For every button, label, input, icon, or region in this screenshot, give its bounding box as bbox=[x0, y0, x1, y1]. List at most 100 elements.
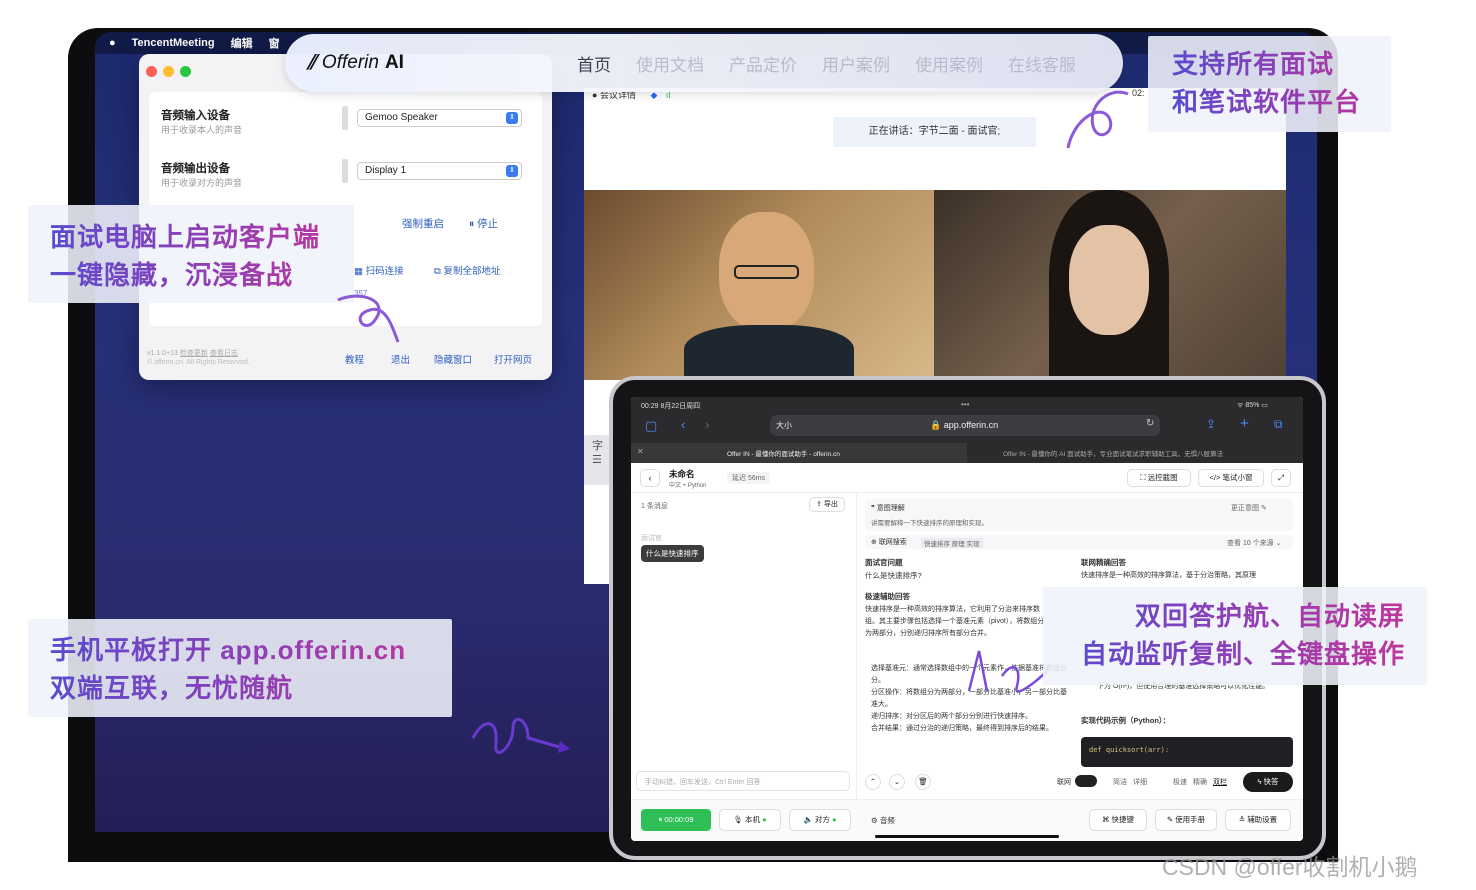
input-device-sub: 用于收录本人的声音 bbox=[161, 125, 243, 135]
mic-icon: 🎙 bbox=[733, 815, 745, 824]
squiggle-arrow-icon bbox=[337, 294, 400, 343]
session-subtitle: 中文 + Python bbox=[669, 483, 707, 489]
assist-settings-button[interactable]: ≚ 辅助设置 bbox=[1225, 809, 1291, 831]
copy-all-button[interactable]: ⧉ 复制全部地址 bbox=[434, 263, 500, 277]
written-window-button[interactable]: </> 笔试小窗 bbox=[1198, 469, 1264, 487]
nav-user-cases[interactable]: 用户案例 bbox=[822, 51, 890, 76]
nav-home[interactable]: 首页 bbox=[577, 51, 611, 76]
scroll-down-button[interactable]: ⌄ bbox=[889, 774, 905, 790]
app-header: ‹ 未命名 中文 + Python 延迟 56ms ⛶ 远控截图 </> 笔试小… bbox=[631, 463, 1303, 493]
mode-precise[interactable]: 精确 bbox=[1193, 777, 1207, 787]
reload-icon[interactable]: ↻ bbox=[1146, 418, 1154, 429]
list-item: 合并结果：通过分治的递归策略，最终得到排序后的结果。 bbox=[871, 725, 1053, 732]
zoom-window-button[interactable] bbox=[180, 66, 191, 77]
share-icon[interactable]: ⇪ bbox=[1206, 417, 1216, 431]
code-block: def quicksort(arr): bbox=[1081, 737, 1293, 767]
multitask-dots[interactable]: ••• bbox=[961, 400, 969, 409]
hide-window-button[interactable]: 隐藏窗口 bbox=[434, 352, 472, 366]
nav-support[interactable]: 在线客服 bbox=[1008, 51, 1076, 76]
expand-button[interactable]: ⤢ bbox=[1271, 469, 1291, 487]
sliders-icon: ≚ bbox=[1238, 815, 1248, 824]
speaking-indicator: 正在讲话：字节二面 - 面试官; bbox=[833, 117, 1036, 147]
bottom-bar: ⏸ 00:00:09 🎙 本机 ● 🔈 对方 ● ⚙ 音频 ⌘ 快捷键 ✎ 使用… bbox=[631, 799, 1303, 841]
globe-icon: ⊕ bbox=[871, 539, 879, 546]
menubar-app-name[interactable]: TencentMeeting bbox=[132, 37, 215, 49]
stop-button[interactable]: ⏸ 停止 bbox=[469, 216, 498, 231]
network-toggle[interactable] bbox=[1075, 775, 1097, 787]
output-device-select[interactable]: Display 1 ⇕ bbox=[357, 162, 522, 180]
input-device-select[interactable]: Gemoo Speaker ⇕ bbox=[357, 109, 522, 127]
overlay-text: 手机平板打开 app.offerin.cn bbox=[50, 631, 452, 669]
apple-icon[interactable]: ● bbox=[109, 37, 116, 49]
new-tab-icon[interactable]: + bbox=[1240, 415, 1249, 432]
mode-fast[interactable]: 极速 bbox=[1173, 777, 1187, 787]
close-tab-icon[interactable]: ✕ bbox=[637, 447, 644, 456]
intent-edit-button[interactable]: 更正意图 ✎ bbox=[1231, 503, 1267, 513]
pen-icon: ✎ bbox=[1166, 815, 1176, 824]
audio-settings[interactable]: ⚙ 音频 bbox=[871, 815, 895, 826]
brand-name: Offerin bbox=[321, 52, 379, 73]
video-tile-interviewer bbox=[584, 190, 934, 385]
screenshot-button[interactable]: ⛶ 远控截图 bbox=[1127, 469, 1191, 487]
session-title: 未命名 bbox=[669, 469, 695, 479]
nav-docs[interactable]: 使用文档 bbox=[636, 51, 704, 76]
overlay-text: 支持所有面试 bbox=[1172, 45, 1391, 83]
url-bar[interactable]: 大小 🔒 app.offerin.cn ↻ bbox=[770, 415, 1160, 436]
quick-answer-button[interactable]: ϟ 快答 bbox=[1243, 772, 1293, 792]
gear-icon: ⚙ bbox=[871, 816, 880, 825]
force-restart-button[interactable]: 强制重启 bbox=[402, 216, 444, 231]
sidebar-icon[interactable]: ▢ bbox=[645, 418, 657, 434]
screenshot-icon: ⛶ bbox=[1140, 473, 1148, 482]
brand-logo[interactable]: ⫽ Offerin AI bbox=[307, 52, 577, 75]
overlay-right-bottom: 双回答护航、自动读屏 自动监听复制、全键盘操作 bbox=[1043, 587, 1427, 685]
input-device-label: 音频输入设备 bbox=[161, 110, 230, 122]
nav-pricing[interactable]: 产品定价 bbox=[729, 51, 797, 76]
url-text: 🔒 app.offerin.cn bbox=[930, 420, 999, 430]
web-search-row: ⊕ 联网搜索 快速排序 原理 实现 查看 10 个来源 ⌄ bbox=[865, 535, 1293, 549]
message-bubble[interactable]: 什么是快速排序 bbox=[641, 545, 704, 562]
text-size-button[interactable]: 大小 bbox=[776, 420, 792, 431]
nav-use-cases[interactable]: 使用案例 bbox=[915, 51, 983, 76]
menubar-window[interactable]: 窗 bbox=[269, 35, 280, 51]
tab-inactive[interactable]: Offer IN - 最懂你的 AI 面试助手，专业面试笔试求职辅助工具，无惧八… bbox=[967, 443, 1303, 463]
logo-icon: ⫽ bbox=[307, 51, 316, 74]
command-icon: ⌘ bbox=[1101, 815, 1112, 824]
open-web-button[interactable]: 打开网页 bbox=[494, 352, 532, 366]
intent-text: 讲需要解释一下快速排序的原理和实现。 bbox=[871, 520, 988, 527]
tabs-icon[interactable]: ⧉ bbox=[1274, 417, 1283, 432]
quit-button[interactable]: 退出 bbox=[391, 352, 410, 366]
scroll-up-button[interactable]: ⌃ bbox=[865, 774, 881, 790]
mode-concise[interactable]: 简洁 bbox=[1113, 777, 1127, 787]
view-sources-button[interactable]: 查看 10 个来源 ⌄ bbox=[1227, 538, 1282, 548]
tutorial-button[interactable]: 教程 bbox=[345, 352, 364, 366]
tab-active[interactable]: Offer IN - 最懂你的面试助手 - offerin.cn bbox=[631, 443, 967, 463]
role-label: 面试官 bbox=[641, 535, 662, 542]
menubar-edit[interactable]: 编辑 bbox=[231, 35, 253, 51]
scan-connect-button[interactable]: ▦ 扫码连接 bbox=[354, 263, 404, 277]
forward-icon[interactable]: › bbox=[705, 417, 709, 432]
shortcuts-button[interactable]: ⌘ 快捷键 bbox=[1089, 809, 1147, 831]
speaker-icon: 🔈 bbox=[803, 815, 815, 824]
manual-button[interactable]: ✎ 使用手册 bbox=[1155, 809, 1217, 831]
back-icon[interactable]: ‹ bbox=[681, 417, 685, 432]
export-button[interactable]: ⇪ 导出 bbox=[809, 497, 845, 512]
local-audio-button[interactable]: 🎙 本机 ● bbox=[719, 809, 781, 831]
brand-suffix: AI bbox=[384, 52, 404, 73]
battery-status: ᯤ 85% ▭ bbox=[1237, 402, 1268, 409]
close-window-button[interactable] bbox=[146, 66, 157, 77]
overlay-text: 和笔试软件平台 bbox=[1172, 83, 1391, 121]
squiggle-arrow-icon bbox=[1066, 90, 1129, 149]
delete-icon[interactable]: 🗑 bbox=[915, 774, 931, 790]
back-button[interactable]: ‹ bbox=[640, 469, 660, 487]
mode-detailed[interactable]: 详细 bbox=[1133, 777, 1147, 787]
timer-button[interactable]: ⏸ 00:00:09 bbox=[641, 809, 711, 831]
minimize-window-button[interactable] bbox=[163, 66, 174, 77]
side-panel-fragment: 字 ☰ bbox=[584, 435, 610, 485]
manual-input[interactable]: 手动纠错，回车发送，Ctrl Enter 回答 bbox=[636, 771, 850, 791]
quick-answer-text: 快速排序是一种高效的排序算法，它利用了分治来排序数组。其主要步骤包括选择一个基准… bbox=[865, 606, 1045, 637]
check-update-link[interactable]: 检查更新 bbox=[180, 350, 208, 357]
view-log-link[interactable]: 查看日志 bbox=[210, 350, 238, 357]
mode-dual[interactable]: 双栏 bbox=[1213, 777, 1227, 787]
remote-audio-button[interactable]: 🔈 对方 ● bbox=[789, 809, 851, 831]
web-search-label: ⊕ 联网搜索 bbox=[871, 539, 907, 546]
